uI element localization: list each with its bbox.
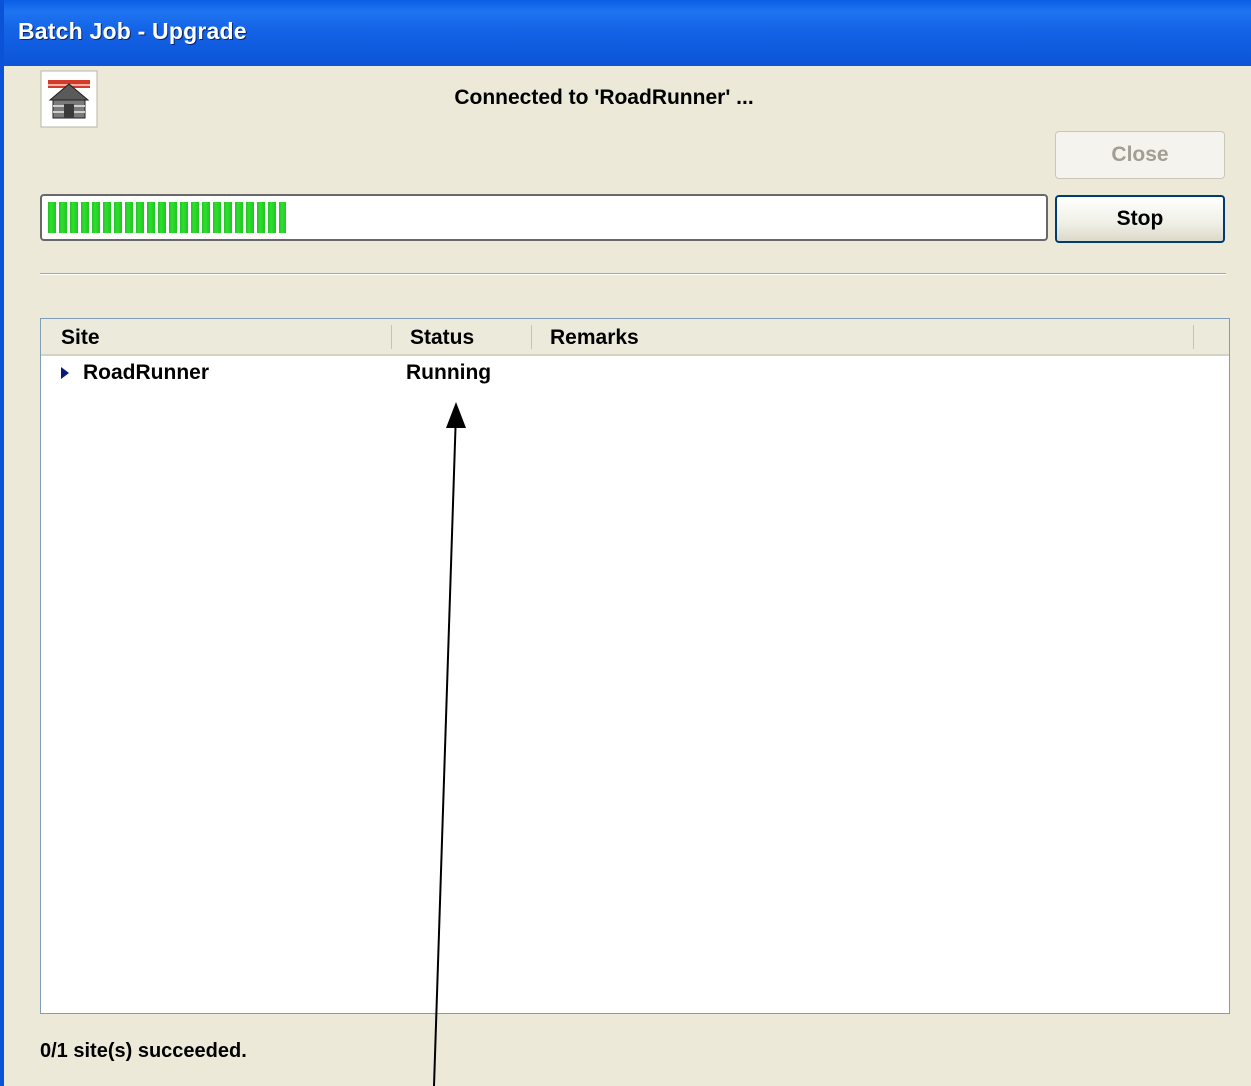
progress-bar-fill — [48, 202, 286, 233]
connection-status-text: Connected to 'RoadRunner' ... — [454, 86, 754, 109]
column-divider[interactable] — [1193, 325, 1194, 349]
list-header: Site Status Remarks — [41, 319, 1229, 356]
title-bar[interactable]: Batch Job - Upgrade — [4, 0, 1251, 66]
column-divider[interactable] — [391, 325, 392, 349]
row-expand-arrow-icon[interactable] — [61, 367, 69, 379]
site-list[interactable]: Site Status Remarks RoadRunner Running — [40, 318, 1230, 1014]
status-bar-text: 0/1 site(s) succeeded. — [40, 1040, 247, 1062]
stop-button[interactable]: Stop — [1055, 195, 1225, 243]
separator-line — [40, 273, 1226, 275]
close-button[interactable]: Close — [1055, 131, 1225, 179]
column-header-site[interactable]: Site — [61, 326, 100, 350]
upgrade-house-icon — [40, 70, 98, 128]
batch-job-window: Batch Job - Upgrade Connected to 'RoadRu… — [0, 0, 1251, 1086]
column-divider[interactable] — [531, 325, 532, 349]
table-row[interactable]: RoadRunner Running — [41, 359, 1229, 391]
cell-status: Running — [406, 361, 492, 384]
column-header-remarks[interactable]: Remarks — [550, 326, 639, 350]
window-title: Batch Job - Upgrade — [18, 18, 247, 44]
progress-bar — [40, 194, 1048, 241]
column-header-status[interactable]: Status — [410, 326, 474, 350]
cell-site: RoadRunner — [83, 361, 209, 384]
